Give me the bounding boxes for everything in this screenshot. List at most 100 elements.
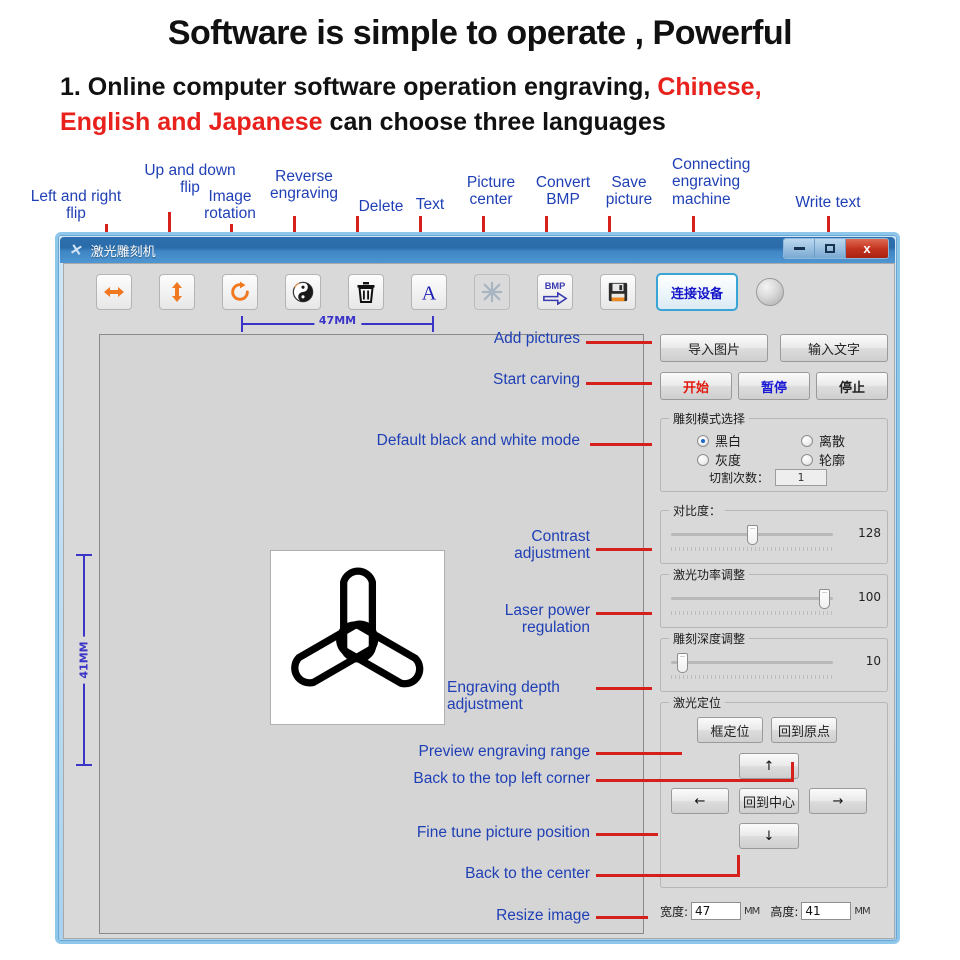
promo-subtitle: 1. Online computer software operation en… bbox=[60, 70, 910, 139]
engraving-mode-group: 雕刻模式选择 黑白 离散 灰度 轮廓 切割次数： 1 bbox=[660, 410, 888, 492]
leader-default-bw-mode bbox=[590, 443, 652, 446]
engraving-depth-label: 雕刻深度调整 bbox=[669, 630, 750, 647]
minimize-icon bbox=[793, 247, 805, 250]
leader-back-to-center-h bbox=[596, 874, 740, 877]
promo-line1-red: Chinese, bbox=[657, 73, 762, 101]
flip-vertical-button[interactable] bbox=[159, 274, 195, 310]
radio-icon-dither bbox=[801, 434, 813, 447]
callout-default-bw-mode: Default black and white mode bbox=[376, 432, 580, 449]
callout-back-top-left: Back to the top left corner bbox=[413, 770, 590, 787]
stop-button[interactable]: 停止 bbox=[816, 372, 888, 400]
leader-contrast-adjustment bbox=[596, 548, 652, 551]
laser-positioning-group: 激光定位 框定位 回到原点 ↑ ← 回到中心 → ↓ bbox=[660, 694, 888, 888]
engraving-depth-slider-group: 雕刻深度调整 10 bbox=[660, 630, 888, 692]
callout-convert-bmp: Convert BMP bbox=[535, 174, 591, 209]
yin-yang-icon bbox=[292, 281, 314, 303]
picture-center-button[interactable] bbox=[474, 274, 510, 310]
engraving-depth-thumb[interactable] bbox=[677, 653, 688, 673]
engraving-mode-group-label: 雕刻模式选择 bbox=[669, 410, 750, 427]
asterisk-center-icon bbox=[481, 281, 503, 303]
move-down-button[interactable]: ↓ bbox=[739, 823, 799, 849]
callout-fine-tune-position: Fine tune picture position bbox=[416, 824, 590, 841]
vertical-ruler: 41MM bbox=[76, 554, 92, 766]
engraving-depth-track[interactable] bbox=[671, 661, 833, 664]
back-to-origin-button[interactable]: 回到原点 bbox=[771, 717, 837, 743]
promo-line1-black: 1. Online computer software operation en… bbox=[60, 73, 658, 101]
pause-button[interactable]: 暂停 bbox=[738, 372, 810, 400]
contrast-ticks bbox=[671, 547, 833, 551]
callout-preview-engraving-range: Preview engraving range bbox=[418, 743, 590, 760]
invert-button[interactable] bbox=[285, 274, 321, 310]
laser-power-label: 激光功率调整 bbox=[669, 566, 750, 583]
laser-power-slider-group: 激光功率调整 100 bbox=[660, 566, 888, 628]
radio-mode-outline[interactable]: 轮廓 bbox=[801, 450, 845, 469]
radio-label-gray: 灰度 bbox=[715, 454, 742, 469]
radio-mode-gray[interactable]: 灰度 bbox=[697, 450, 741, 469]
radio-label-dither: 离散 bbox=[819, 435, 846, 450]
ruler-label-vertical: 41MM bbox=[77, 636, 91, 684]
callout-text: Text bbox=[415, 196, 445, 213]
letter-a-icon: A bbox=[422, 282, 437, 303]
close-button[interactable]: x bbox=[846, 239, 888, 258]
engraving-depth-ticks bbox=[671, 675, 833, 679]
radio-icon-bw bbox=[697, 434, 709, 447]
leader-add-pictures bbox=[586, 341, 652, 344]
cut-count-input[interactable]: 1 bbox=[775, 469, 828, 486]
ruler-label-horizontal: 47MM bbox=[313, 314, 362, 327]
minimize-button[interactable] bbox=[784, 239, 815, 258]
contrast-thumb[interactable] bbox=[747, 525, 758, 545]
laser-power-thumb[interactable] bbox=[819, 589, 830, 609]
callout-laser-power-regulation: Laser power regulation bbox=[504, 602, 590, 637]
text-button[interactable]: A bbox=[411, 274, 447, 310]
radio-icon-outline bbox=[801, 453, 813, 466]
laser-positioning-label: 激光定位 bbox=[669, 694, 726, 711]
radio-mode-bw[interactable]: 黑白 bbox=[697, 431, 741, 450]
convert-bmp-button[interactable]: BMP bbox=[537, 274, 573, 310]
page-title: Software is simple to operate , Powerful bbox=[167, 14, 793, 52]
move-up-button[interactable]: ↑ bbox=[739, 753, 799, 779]
file-buttons-row: 导入图片 输入文字 bbox=[660, 334, 888, 362]
rotate-button[interactable] bbox=[222, 274, 258, 310]
toolbar: A BMP 连接设备 bbox=[64, 264, 894, 320]
height-unit: MM bbox=[854, 905, 870, 917]
leader-fine-tune-position bbox=[596, 833, 658, 836]
leader-resize-image bbox=[596, 916, 648, 919]
delete-button[interactable] bbox=[348, 274, 384, 310]
leader-engraving-depth-adjustment bbox=[596, 687, 652, 690]
callout-connecting-machine: Connecting engraving machine bbox=[672, 156, 751, 208]
ruler-cap-top bbox=[76, 554, 92, 556]
input-text-button[interactable]: 输入文字 bbox=[780, 334, 888, 362]
radio-mode-dither[interactable]: 离散 bbox=[801, 431, 845, 450]
maximize-button[interactable] bbox=[815, 239, 846, 258]
frame-position-button[interactable]: 框定位 bbox=[697, 717, 763, 743]
import-picture-button[interactable]: 导入图片 bbox=[660, 334, 768, 362]
height-input[interactable]: 41 bbox=[801, 902, 852, 920]
app-logo-icon: ✕ bbox=[68, 240, 85, 261]
title-bar[interactable]: ✕ 激光雕刻机 x bbox=[60, 237, 895, 263]
callout-resize-image: Resize image bbox=[496, 907, 590, 924]
callout-back-to-center: Back to the center bbox=[465, 865, 590, 882]
bmp-arrow-icon: BMP bbox=[543, 281, 568, 305]
back-to-center-button[interactable]: 回到中心 bbox=[739, 788, 799, 814]
laser-power-value: 100 bbox=[858, 590, 881, 604]
ruler-cap-left bbox=[241, 316, 243, 332]
cut-count-label: 切割次数： bbox=[709, 471, 770, 485]
callout-contrast-adjustment: Contrast adjustment bbox=[514, 528, 590, 563]
start-button[interactable]: 开始 bbox=[660, 372, 732, 400]
save-button[interactable] bbox=[600, 274, 636, 310]
move-right-button[interactable]: → bbox=[809, 788, 867, 814]
connect-device-button[interactable]: 连接设备 bbox=[656, 273, 738, 311]
move-left-button[interactable]: ← bbox=[671, 788, 729, 814]
leader-start-carving bbox=[586, 382, 652, 385]
laser-power-track[interactable] bbox=[671, 597, 833, 600]
run-buttons-row: 开始 暂停 停止 bbox=[660, 372, 888, 400]
artboard[interactable] bbox=[270, 550, 445, 725]
callout-engraving-depth-adjustment: Engraving depth adjustment bbox=[447, 679, 560, 714]
connection-status-indicator bbox=[756, 278, 784, 306]
window-controls: x bbox=[783, 238, 889, 259]
cut-count-row: 切割次数： 1 bbox=[709, 469, 828, 486]
radio-icon-gray bbox=[697, 453, 709, 466]
width-input[interactable]: 47 bbox=[691, 902, 742, 920]
maximize-icon bbox=[825, 244, 835, 253]
flip-horizontal-button[interactable] bbox=[96, 274, 132, 310]
